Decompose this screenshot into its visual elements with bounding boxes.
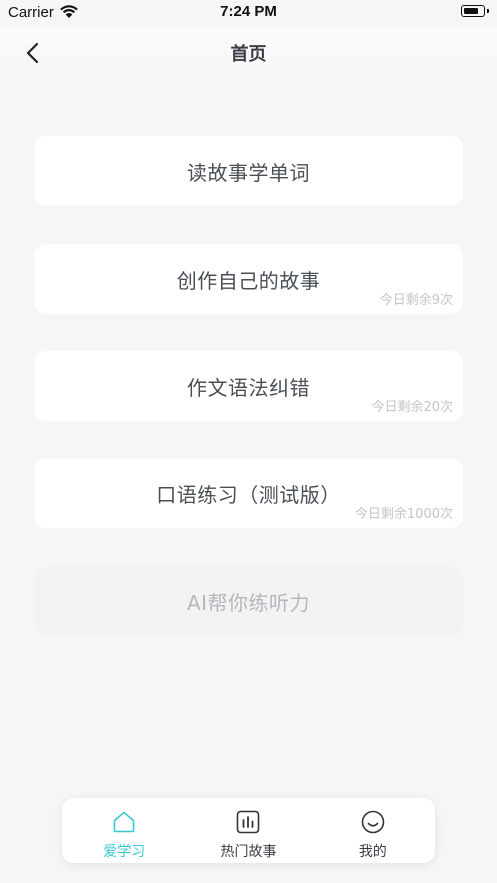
smile-icon	[361, 810, 385, 834]
card-read-stories[interactable]: 读故事学单词	[34, 136, 463, 206]
card-quota: 今日剩余20次	[371, 400, 453, 415]
tab-label: 热门故事	[220, 844, 277, 860]
card-title: 读故事学单词	[187, 161, 310, 185]
tab-hot-stories[interactable]: 热门故事	[186, 798, 310, 863]
tab-label: 爱学习	[103, 844, 146, 860]
card-grammar-check[interactable]: 作文语法纠错 今日剩余20次	[34, 351, 463, 421]
tab-label: 我的	[358, 844, 387, 860]
tab-study[interactable]: 爱学习	[62, 798, 186, 863]
home-icon	[113, 811, 135, 833]
card-create-story[interactable]: 创作自己的故事 今日剩余9次	[34, 244, 463, 314]
card-listening-practice[interactable]: AI帮你练听力	[34, 566, 463, 636]
nav-bar: 首页	[0, 28, 497, 78]
status-time: 7:24 PM	[220, 3, 277, 20]
battery-icon	[461, 5, 489, 17]
card-speaking-practice[interactable]: 口语练习（测试版） 今日剩余1000次	[34, 458, 463, 528]
card-title: AI帮你练听力	[186, 591, 311, 615]
status-bar: Carrier 7:24 PM	[0, 0, 497, 28]
chart-icon	[237, 810, 260, 834]
card-quota: 今日剩余9次	[379, 293, 453, 308]
page-title: 首页	[230, 44, 267, 65]
tab-bar: 爱学习 热门故事 我的	[62, 798, 435, 863]
tab-mine[interactable]: 我的	[311, 798, 435, 863]
card-quota: 今日剩余1000次	[354, 507, 453, 522]
